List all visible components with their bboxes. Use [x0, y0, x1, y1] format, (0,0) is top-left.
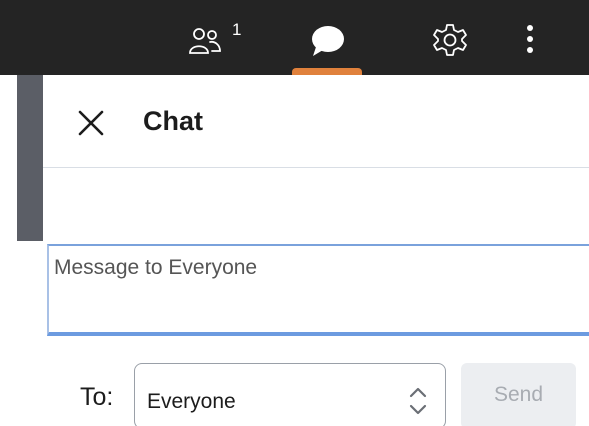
chat-button[interactable] — [290, 0, 366, 75]
participants-icon — [188, 24, 222, 61]
chat-header: Chat — [43, 75, 589, 168]
meeting-chat-panel: 1 Chat Message to Everyone To: Everyone … — [0, 0, 589, 426]
message-input[interactable] — [47, 244, 589, 336]
participants-count: 1 — [232, 20, 242, 39]
chevron-updown-icon — [407, 384, 429, 418]
participants-button[interactable]: 1 — [180, 0, 260, 75]
to-label: To: — [80, 383, 114, 411]
send-button[interactable]: Send — [461, 363, 576, 426]
gear-icon — [432, 22, 468, 63]
left-panel-edge — [17, 75, 43, 241]
chat-messages-area — [43, 168, 589, 241]
chat-title: Chat — [143, 106, 203, 136]
close-chat-button[interactable] — [73, 105, 109, 141]
active-tab-indicator — [292, 68, 362, 75]
chat-icon — [310, 25, 346, 62]
close-icon — [73, 110, 109, 145]
recipient-select[interactable]: Everyone — [134, 363, 446, 426]
recipient-select-value: Everyone — [147, 390, 236, 413]
top-toolbar: 1 — [0, 0, 589, 75]
settings-button[interactable] — [420, 0, 480, 75]
more-vertical-icon — [526, 24, 534, 59]
more-options-button[interactable] — [510, 0, 550, 75]
